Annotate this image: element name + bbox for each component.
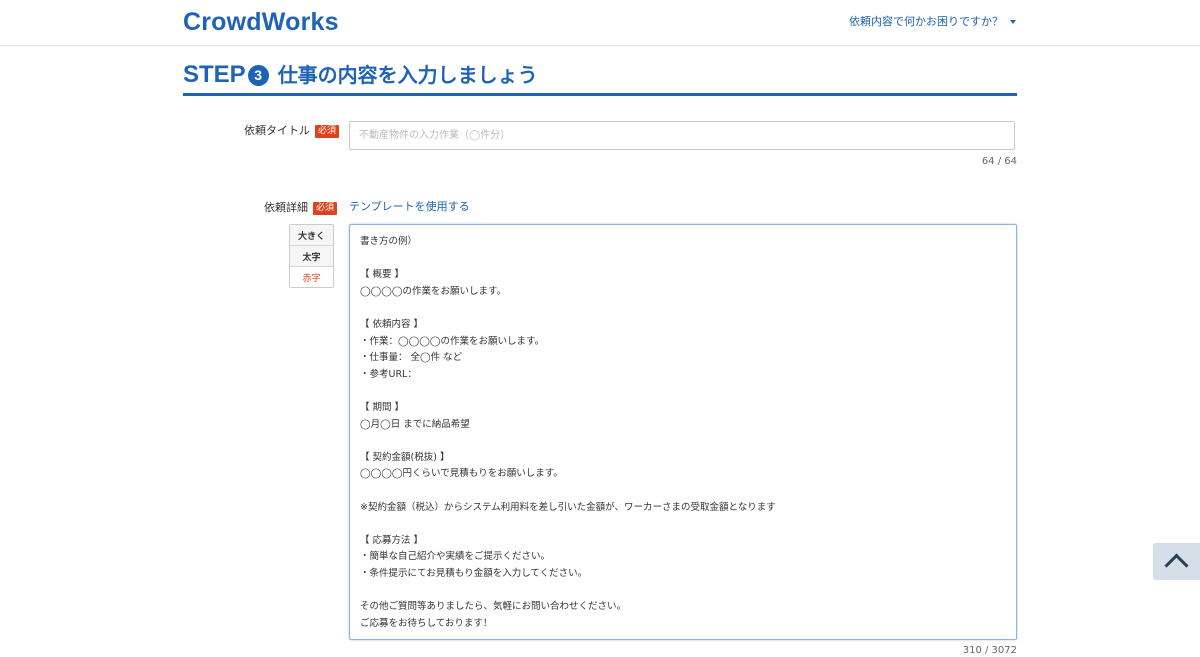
detail-field-label: 依頼詳細 必須 <box>264 201 338 215</box>
step-label: STEP <box>183 61 246 88</box>
help-menu-dropdown[interactable]: 依頼内容で何かお困りですか？ <box>849 15 1016 29</box>
detail-char-counter: 310 / 3072 <box>962 645 1017 656</box>
use-template-link[interactable]: テンプレートを使用する <box>349 200 470 214</box>
title-char-counter: 64 / 64 <box>981 156 1017 167</box>
title-label-text: 依頼タイトル <box>244 124 310 137</box>
formatting-toolbar: 大きく 太字 赤字 <box>289 224 334 288</box>
scroll-to-top-button[interactable] <box>1153 543 1200 580</box>
caret-down-icon <box>1010 20 1016 24</box>
required-badge: 必須 <box>313 201 338 215</box>
job-detail-textarea[interactable] <box>349 224 1017 640</box>
crowdworks-logo[interactable]: CrowdWorks <box>183 8 339 36</box>
step-heading: STEP 3 仕事の内容を入力しましょう <box>183 57 1017 96</box>
enlarge-text-button[interactable]: 大きく <box>290 225 333 246</box>
step-title: 仕事の内容を入力しましょう <box>277 63 538 87</box>
job-title-input[interactable] <box>349 121 1015 150</box>
site-header: CrowdWorks 依頼内容で何かお困りですか？ <box>0 0 1200 46</box>
chevron-up-icon <box>1164 553 1189 578</box>
title-field-label: 依頼タイトル 必須 <box>244 124 340 138</box>
required-badge: 必須 <box>315 124 340 138</box>
help-menu-label: 依頼内容で何かお困りですか？ <box>849 15 1003 28</box>
step-number-badge: 3 <box>247 64 269 86</box>
bold-text-button[interactable]: 太字 <box>290 246 333 267</box>
red-text-button[interactable]: 赤字 <box>290 267 333 287</box>
detail-label-text: 依頼詳細 <box>264 201 308 214</box>
